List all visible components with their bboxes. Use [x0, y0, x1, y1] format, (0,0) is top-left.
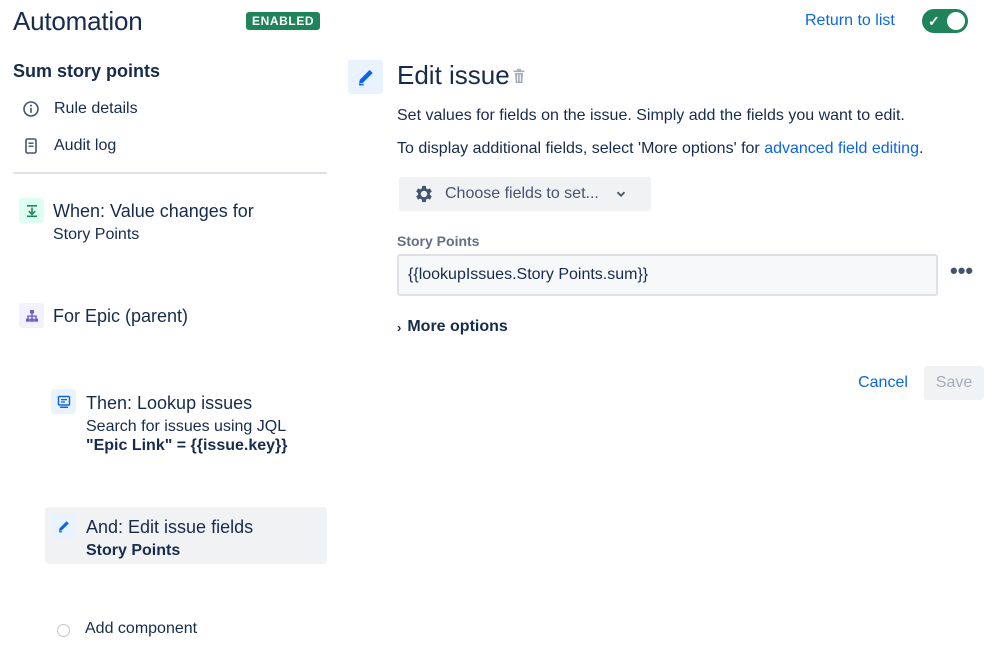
toggle-knob: [947, 12, 965, 30]
app-title: Automation: [13, 6, 143, 36]
sidebar-item-rule-details[interactable]: Rule details: [22, 97, 138, 121]
trigger-icon: [19, 198, 44, 223]
trash-icon[interactable]: [512, 68, 526, 89]
status-badge: ENABLED: [246, 12, 321, 30]
sidebar-item-label: Audit log: [54, 137, 117, 154]
description-prefix: To display additional fields, select 'Mo…: [397, 140, 765, 157]
story-points-label: Story Points: [397, 233, 480, 249]
description-suffix: .: [918, 140, 924, 157]
description-advanced: To display additional fields, select 'Mo…: [397, 140, 923, 158]
add-component-label: Add component: [85, 620, 198, 637]
description-text: Set values for fields on the issue. Simp…: [397, 107, 905, 124]
edit-icon: [51, 513, 76, 538]
rule-name: Sum story points: [13, 61, 161, 81]
gear-icon: [416, 185, 432, 203]
lookup-icon: [51, 389, 76, 414]
document-icon: [25, 138, 37, 154]
component-title: And: Edit issue fields: [86, 517, 254, 537]
component-title: For Epic (parent): [53, 306, 189, 326]
component-subtitle: Story Points: [86, 542, 181, 559]
component-subtitle: Search for issues using JQL: [86, 418, 287, 435]
chevron-right-icon: ›: [397, 319, 402, 335]
check-icon: ✓: [928, 13, 940, 29]
info-icon: [23, 101, 39, 117]
sidebar-divider: [13, 172, 327, 174]
add-circle-icon: [57, 624, 70, 637]
sidebar-item-audit-log[interactable]: Audit log: [22, 134, 116, 158]
more-options-label: More options: [407, 318, 508, 335]
component-jql: "Epic Link" = {{issue.key}}: [86, 437, 288, 454]
cancel-button[interactable]: Cancel: [848, 366, 918, 400]
enable-toggle[interactable]: ✓: [922, 9, 968, 33]
component-subtitle: Story Points: [53, 226, 140, 243]
component-title: Then: Lookup issues: [86, 393, 253, 413]
chevron-down-icon: [616, 191, 625, 197]
hierarchy-icon: [19, 303, 44, 328]
advanced-field-editing-link[interactable]: advanced field editing: [764, 140, 919, 157]
sidebar-item-label: Rule details: [54, 100, 138, 117]
choose-fields-button[interactable]: Choose fields to set...: [399, 177, 651, 211]
component-title: When: Value changes for: [53, 201, 254, 221]
story-points-input[interactable]: [397, 254, 938, 296]
edit-issue-icon: [348, 60, 383, 94]
choose-fields-label: Choose fields to set...: [445, 185, 599, 202]
more-actions-icon[interactable]: •••: [950, 258, 973, 284]
more-options-toggle[interactable]: › More options: [397, 318, 508, 336]
return-to-list-link[interactable]: Return to list: [805, 12, 895, 30]
save-button[interactable]: Save: [924, 366, 984, 400]
page-title: Edit issue: [397, 60, 510, 90]
